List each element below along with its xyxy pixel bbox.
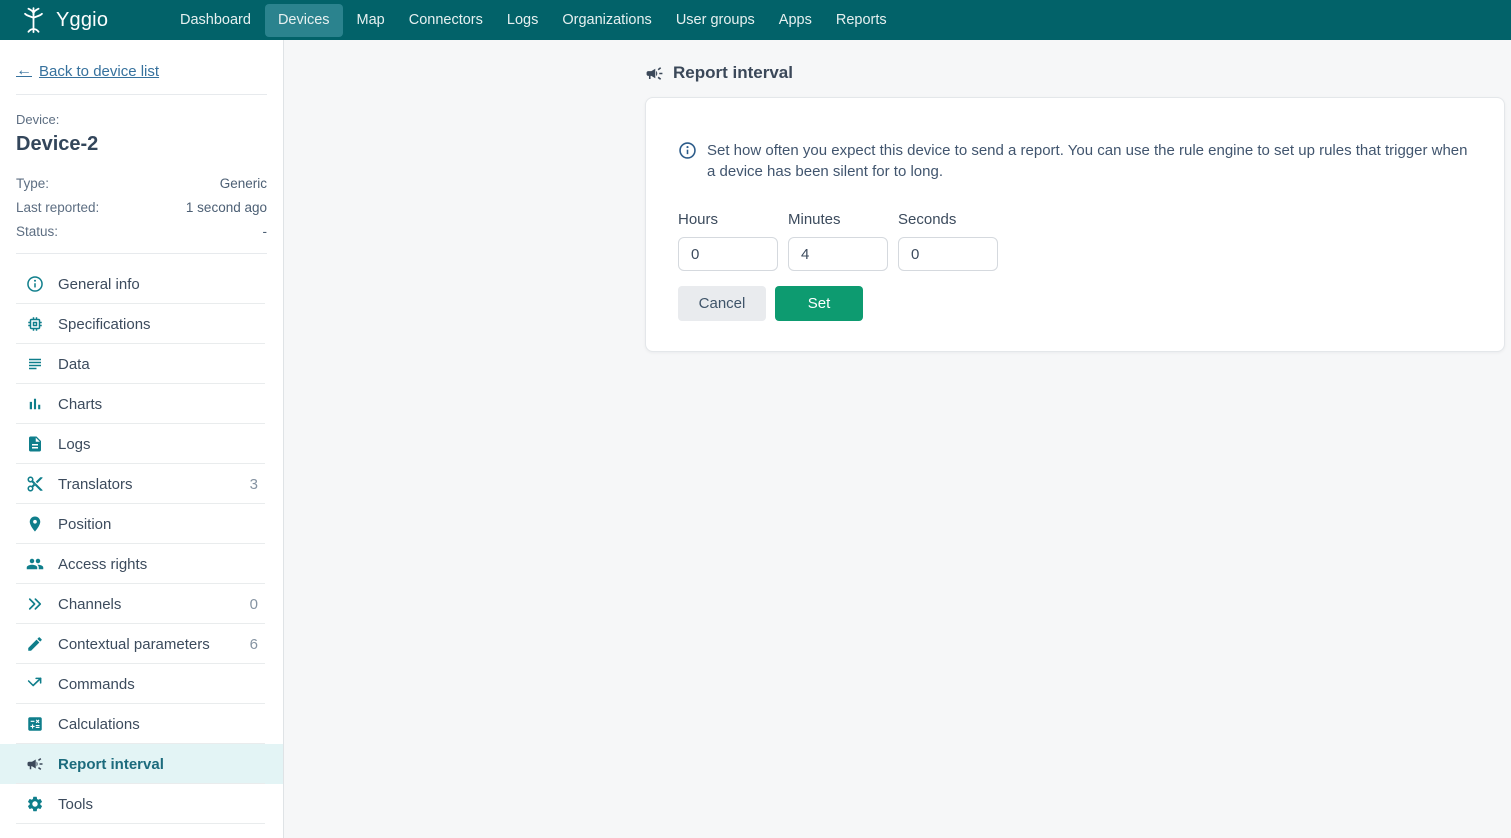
nav-items: Dashboard Devices Map Connectors Logs Or… [168, 0, 899, 40]
back-to-device-list-link[interactable]: ← Back to device list [16, 62, 159, 80]
sidebar-item-specifications[interactable]: Specifications [0, 304, 283, 344]
seconds-label: Seconds [898, 211, 998, 228]
minutes-label: Minutes [788, 211, 888, 228]
sidebar-menu: General info Specifications Data Charts … [0, 264, 283, 824]
channels-count-badge: 0 [250, 596, 258, 613]
sidebar-item-report-interval[interactable]: Report interval [0, 744, 283, 784]
sidebar-item-data[interactable]: Data [0, 344, 283, 384]
scissors-icon [26, 475, 44, 493]
device-name: Device-2 [16, 133, 267, 156]
device-sidebar: ← Back to device list Device: Device-2 T… [0, 40, 284, 838]
nav-item-dashboard[interactable]: Dashboard [168, 0, 263, 40]
meta-row-status: Status: - [16, 224, 267, 239]
sidebar-item-access-rights[interactable]: Access rights [0, 544, 283, 584]
data-lines-icon [26, 355, 44, 373]
sidebar-item-commands[interactable]: Commands [0, 664, 283, 704]
translators-count-badge: 3 [250, 476, 258, 493]
top-navbar: Yggio Dashboard Devices Map Connectors L… [0, 0, 1511, 40]
page-title: Report interval [645, 63, 793, 83]
contextual-parameters-count-badge: 6 [250, 636, 258, 653]
button-row: Cancel Set [678, 286, 1472, 321]
yggdrasil-tree-logo-icon [20, 5, 47, 35]
nav-item-apps[interactable]: Apps [767, 0, 824, 40]
page-title-text: Report interval [673, 63, 793, 83]
meta-row-type: Type: Generic [16, 176, 267, 191]
minutes-input[interactable] [788, 237, 888, 271]
calculator-icon [26, 715, 44, 733]
info-banner: Set how often you expect this device to … [678, 140, 1472, 182]
nav-item-devices[interactable]: Devices [265, 4, 343, 37]
gear-icon [26, 795, 44, 813]
divider [16, 253, 267, 254]
meta-row-last-reported: Last reported: 1 second ago [16, 200, 267, 215]
main-content: Report interval Set how often you expect… [284, 40, 1511, 838]
sidebar-item-charts[interactable]: Charts [0, 384, 283, 424]
nav-item-organizations[interactable]: Organizations [550, 0, 663, 40]
sidebar-item-logs[interactable]: Logs [0, 424, 283, 464]
chip-icon [26, 315, 44, 333]
nav-item-map[interactable]: Map [345, 0, 397, 40]
cancel-button[interactable]: Cancel [678, 286, 766, 321]
sidebar-item-position[interactable]: Position [0, 504, 283, 544]
sidebar-item-translators[interactable]: Translators 3 [0, 464, 283, 504]
hours-input[interactable] [678, 237, 778, 271]
people-icon [26, 555, 44, 573]
seconds-input[interactable] [898, 237, 998, 271]
document-icon [26, 435, 44, 453]
info-text: Set how often you expect this device to … [707, 140, 1472, 182]
sidebar-item-tools[interactable]: Tools [0, 784, 283, 824]
sidebar-item-channels[interactable]: Channels 0 [0, 584, 283, 624]
megaphone-icon [26, 755, 44, 773]
nav-item-logs[interactable]: Logs [495, 0, 550, 40]
hours-label: Hours [678, 211, 778, 228]
seconds-field-group: Seconds [898, 211, 998, 271]
command-arrow-icon [26, 675, 44, 693]
left-arrow-icon: ← [16, 62, 32, 80]
sidebar-item-contextual-parameters[interactable]: Contextual parameters 6 [0, 624, 283, 664]
device-type-value: Generic [220, 176, 267, 191]
device-meta: Type: Generic Last reported: 1 second ag… [16, 176, 267, 239]
map-pin-icon [26, 515, 44, 533]
nav-item-connectors[interactable]: Connectors [397, 0, 495, 40]
double-chevron-icon [26, 595, 44, 613]
nav-item-user-groups[interactable]: User groups [664, 0, 767, 40]
info-icon [678, 141, 697, 160]
back-link-label: Back to device list [39, 63, 159, 80]
brand[interactable]: Yggio [20, 5, 168, 35]
set-button[interactable]: Set [775, 286, 863, 321]
last-reported-value: 1 second ago [186, 200, 267, 215]
interval-fields: Hours Minutes Seconds [678, 211, 1472, 271]
report-interval-card: Set how often you expect this device to … [645, 97, 1505, 352]
pencil-icon [26, 635, 44, 653]
status-value: - [263, 224, 268, 239]
divider [16, 94, 267, 95]
megaphone-icon [645, 64, 664, 83]
nav-item-reports[interactable]: Reports [824, 0, 899, 40]
sidebar-item-calculations[interactable]: Calculations [0, 704, 283, 744]
hours-field-group: Hours [678, 211, 778, 271]
bar-chart-icon [26, 395, 44, 413]
info-icon [26, 275, 44, 293]
minutes-field-group: Minutes [788, 211, 888, 271]
sidebar-item-general-info[interactable]: General info [0, 264, 283, 304]
device-label: Device: [16, 112, 267, 127]
brand-name: Yggio [56, 9, 108, 32]
